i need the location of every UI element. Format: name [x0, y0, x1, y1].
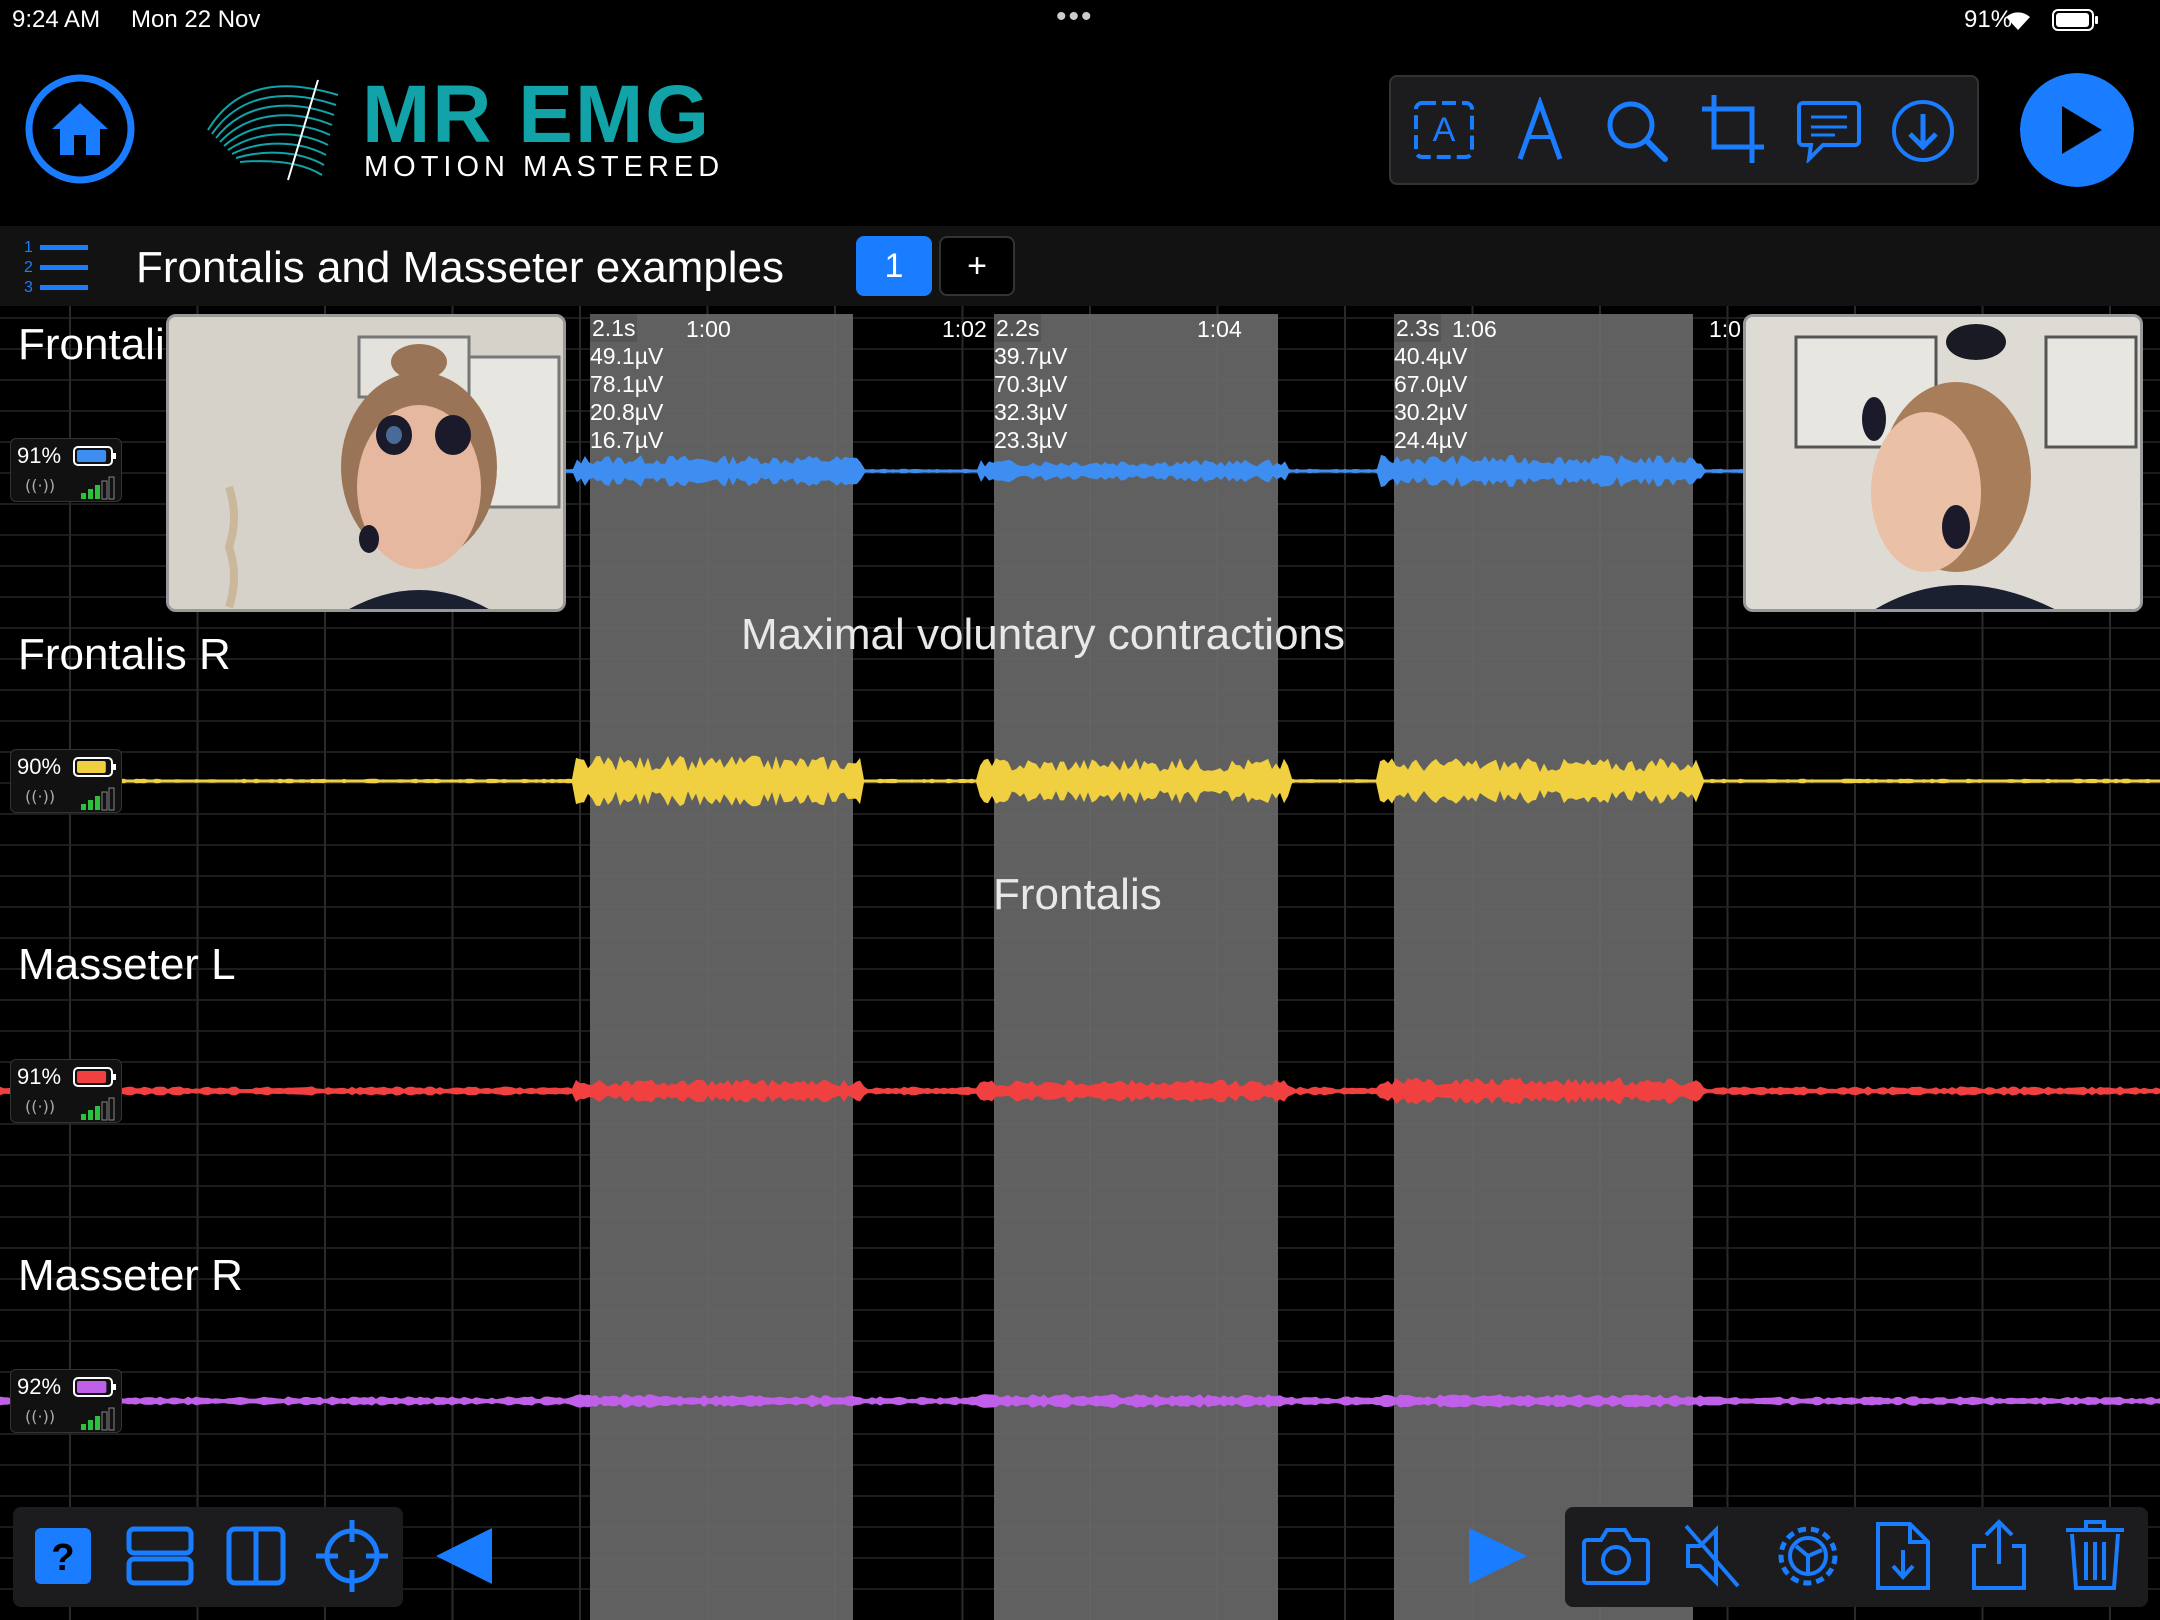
home-icon — [52, 103, 108, 155]
stacked-layout-icon[interactable] — [126, 1526, 194, 1586]
channel-name-frontalis-r: Frontalis R — [18, 630, 231, 679]
sensor-battery-icon — [73, 757, 116, 777]
logo-title: MR EMG — [362, 69, 712, 160]
channel-name-masseter-r: Masseter R — [18, 1251, 243, 1300]
bottom-right-toolbar — [1565, 1507, 2148, 1607]
front-view-illustration — [169, 317, 563, 609]
segment-2-value-4: 23.3µV — [994, 427, 1068, 453]
next-arrow-icon[interactable] — [1467, 1526, 1529, 1586]
search-icon[interactable] — [1603, 97, 1669, 163]
add-page-button[interactable]: + — [939, 236, 1015, 296]
selection-band-2 — [994, 314, 1278, 1620]
sensor-battery-icon — [73, 446, 116, 466]
download-icon[interactable] — [1890, 98, 1956, 164]
sensor-status-masseter-r[interactable]: 92% ((·)) — [10, 1369, 122, 1433]
svg-text:3: 3 — [24, 279, 33, 296]
sensor-status-masseter-l[interactable]: 91% ((·)) — [10, 1059, 122, 1123]
status-date: Mon 22 Nov — [131, 6, 261, 33]
help-icon[interactable]: ? — [33, 1526, 93, 1586]
segment-1-duration: 2.1s — [590, 314, 638, 342]
annotation-frontalis[interactable]: Frontalis — [993, 870, 1162, 920]
status-bar: 9:24 AM Mon 22 Nov ••• 91% — [0, 0, 2160, 40]
segment-1-value-3: 20.8µV — [590, 399, 664, 425]
trash-icon[interactable] — [2064, 1518, 2126, 1592]
page-tab-1[interactable]: 1 — [856, 236, 932, 296]
mute-icon[interactable] — [1682, 1522, 1742, 1590]
time-label-2: 1:02 — [942, 316, 987, 342]
signal-strength-icon: ((·)) — [25, 787, 115, 811]
annotation-mvc[interactable]: Maximal voluntary contractions — [741, 610, 1345, 660]
export-file-icon[interactable] — [1874, 1520, 1932, 1592]
segment-1-value-2: 78.1µV — [590, 371, 664, 397]
segment-3-stats: 2.3s 40.4µV 67.0µV 30.2µV 24.4µV — [1394, 314, 1467, 454]
sensor-battery-percent: 91% — [17, 443, 62, 468]
svg-text:A: A — [1433, 111, 1456, 149]
segment-2-value-2: 70.3µV — [994, 371, 1068, 397]
segment-2-value-1: 39.7µV — [994, 343, 1068, 369]
split-layout-icon[interactable] — [226, 1526, 286, 1586]
channel-name-masseter-l: Masseter L — [18, 940, 236, 989]
svg-text:((·)): ((·)) — [25, 787, 55, 806]
selection-band-3 — [1394, 314, 1693, 1620]
side-view-illustration — [1746, 317, 2140, 609]
crop-icon[interactable] — [1700, 93, 1766, 167]
svg-text:((·)): ((·)) — [25, 476, 55, 495]
segment-1-value-1: 49.1µV — [590, 343, 664, 369]
time-label-1: 1:00 — [686, 316, 731, 342]
session-title: Frontalis and Masseter examples — [136, 243, 785, 292]
sensor-battery-percent: 92% — [17, 1374, 62, 1399]
video-side-view[interactable] — [1743, 314, 2143, 612]
selection-bands — [590, 314, 1693, 1620]
segment-3-value-3: 30.2µV — [1394, 399, 1468, 425]
svg-text:?: ? — [51, 1537, 74, 1579]
svg-text:((·)): ((·)) — [25, 1097, 55, 1116]
logo-subtitle: MOTION MASTERED — [364, 151, 725, 183]
sensor-status-frontalis-r[interactable]: 90% ((·)) — [10, 749, 122, 813]
svg-text:((·)): ((·)) — [25, 1407, 55, 1426]
logo-mark-icon — [207, 79, 339, 181]
camera-icon[interactable] — [1581, 1526, 1651, 1586]
signal-strength-icon: ((·)) — [25, 1407, 115, 1431]
segment-1-value-4: 16.7µV — [590, 427, 664, 453]
segment-3-value-2: 67.0µV — [1394, 371, 1468, 397]
status-battery-percent: 91% — [1964, 6, 2013, 33]
svg-text:1: 1 — [24, 239, 33, 256]
selection-band-1 — [590, 314, 853, 1620]
pen-icon[interactable] — [1510, 97, 1570, 163]
comment-icon[interactable] — [1795, 97, 1863, 163]
sensor-status-frontalis-l[interactable]: 91% ((·)) — [10, 438, 122, 502]
play-button[interactable] — [2020, 73, 2134, 187]
segment-3-value-1: 40.4µV — [1394, 343, 1468, 369]
share-icon[interactable] — [1968, 1518, 2030, 1592]
signal-strength-icon: ((·)) — [25, 1097, 115, 1121]
previous-arrow-icon[interactable] — [434, 1526, 496, 1586]
status-time: 9:24 AM — [12, 6, 101, 33]
svg-text:2: 2 — [24, 259, 33, 276]
sensor-battery-percent: 90% — [17, 754, 62, 779]
signal-strength-icon: ((·)) — [25, 476, 115, 500]
sensor-battery-percent: 91% — [17, 1064, 62, 1089]
video-front-view[interactable] — [166, 314, 566, 612]
time-label-3: 1:04 — [1197, 316, 1242, 342]
settings-gear-icon[interactable] — [1772, 1520, 1844, 1592]
segment-1-stats: 2.1s 49.1µV 78.1µV 20.8µV 16.7µV — [590, 314, 663, 454]
segment-3-value-4: 24.4µV — [1394, 427, 1468, 453]
segment-2-duration: 2.2s — [994, 314, 1042, 342]
list-icon[interactable]: 1 2 3 — [22, 236, 90, 296]
target-icon[interactable] — [316, 1520, 388, 1592]
home-button[interactable] — [24, 73, 136, 185]
multitask-dots[interactable]: ••• — [1056, 0, 1094, 34]
time-label-5: 1:0 — [1709, 316, 1741, 342]
segment-3-duration: 2.3s — [1394, 314, 1442, 342]
segment-2-value-3: 32.3µV — [994, 399, 1068, 425]
battery-icon — [2052, 9, 2098, 31]
text-box-icon[interactable]: A — [1410, 97, 1478, 163]
sensor-battery-icon — [73, 1067, 116, 1087]
segment-2-stats: 2.2s 39.7µV 70.3µV 32.3µV 23.3µV — [994, 314, 1067, 454]
sensor-battery-icon — [73, 1377, 116, 1397]
